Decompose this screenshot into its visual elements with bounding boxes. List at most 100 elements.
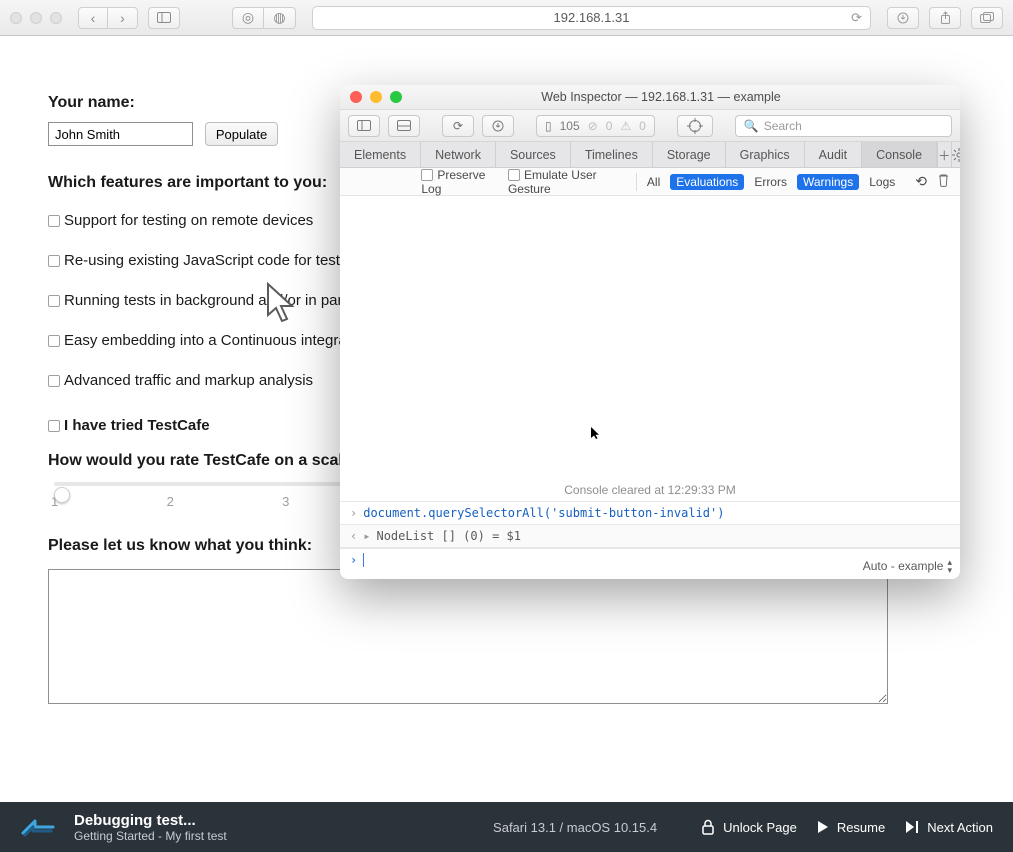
- disclosure-triangle-icon[interactable]: ▸: [363, 529, 370, 543]
- populate-button[interactable]: Populate: [205, 122, 278, 146]
- tab-network[interactable]: Network: [421, 142, 496, 167]
- emulate-gesture-toggle[interactable]: Emulate User Gesture: [508, 168, 626, 196]
- crosshair-icon: [687, 118, 703, 134]
- checkbox-icon[interactable]: [48, 295, 60, 307]
- testcafe-statusbar: Debugging test... Getting Started - My f…: [0, 802, 1013, 852]
- caret-left-icon: ‹: [350, 529, 357, 543]
- inspector-close-icon[interactable]: [350, 91, 362, 103]
- cursor-icon: [590, 426, 600, 440]
- tab-elements[interactable]: Elements: [340, 142, 421, 167]
- sidebar-toggle-button[interactable]: [148, 7, 180, 29]
- downloads-button[interactable]: [887, 7, 919, 29]
- inspector-title: Web Inspector — 192.168.1.31 — example: [412, 90, 960, 104]
- environment-text: Safari 13.1 / macOS 10.15.4: [493, 820, 657, 835]
- comment-textarea[interactable]: [48, 569, 888, 704]
- reload-button[interactable]: ⟳: [442, 115, 474, 137]
- checkbox-icon[interactable]: [48, 375, 60, 387]
- new-tab-button[interactable]: ＋: [937, 142, 951, 167]
- checkbox-icon[interactable]: [48, 420, 60, 432]
- separator: [636, 173, 637, 191]
- console-expression: document.querySelectorAll('submit-button…: [363, 506, 724, 520]
- inspector-toolbar: ⟳ ▯105 ⊘0 ⚠0 🔍 Search: [340, 110, 960, 142]
- inspector-zoom-icon[interactable]: [390, 91, 402, 103]
- back-button[interactable]: ‹: [78, 7, 108, 29]
- tabs-button[interactable]: [971, 7, 1003, 29]
- console-output[interactable]: Console cleared at 12:29:33 PM: [340, 196, 960, 501]
- chevron-up-down-icon: ▴▾: [947, 558, 952, 574]
- search-icon: 🔍: [744, 119, 759, 133]
- inspector-traffic-lights: [350, 91, 402, 103]
- inspector-titlebar[interactable]: Web Inspector — 192.168.1.31 — example: [340, 85, 960, 110]
- name-input[interactable]: [48, 122, 193, 146]
- play-icon: [817, 820, 829, 834]
- trash-icon: [937, 173, 950, 187]
- status-subtitle: Getting Started - My first test: [74, 829, 227, 843]
- inspector-minimize-icon[interactable]: [370, 91, 382, 103]
- address-text: 192.168.1.31: [554, 10, 630, 25]
- caret-right-icon: ›: [350, 506, 357, 520]
- window-minimize-icon[interactable]: [30, 12, 42, 24]
- prompt-caret-icon: ›: [350, 553, 357, 567]
- tab-sources[interactable]: Sources: [496, 142, 571, 167]
- inspector-settings-button[interactable]: [951, 142, 960, 167]
- tab-storage[interactable]: Storage: [653, 142, 726, 167]
- resume-button[interactable]: Resume: [817, 820, 885, 835]
- skip-icon: [905, 820, 919, 834]
- safari-toolbar: ‹ › ◎ ◍ 192.168.1.31 ⟳: [0, 0, 1013, 36]
- preserve-log-toggle[interactable]: Preserve Log: [421, 168, 498, 196]
- download-icon: [897, 12, 909, 24]
- checkbox-icon[interactable]: [508, 169, 520, 181]
- share-button[interactable]: [929, 7, 961, 29]
- slider-thumb[interactable]: [54, 487, 70, 503]
- status-title: Debugging test...: [74, 812, 227, 829]
- tab-graphics[interactable]: Graphics: [726, 142, 805, 167]
- filter-errors[interactable]: Errors: [754, 175, 787, 189]
- checkbox-icon[interactable]: [48, 335, 60, 347]
- window-traffic-lights: [10, 12, 62, 24]
- download-button[interactable]: [482, 115, 514, 137]
- testcafe-logo-icon: [20, 813, 58, 841]
- filter-logs[interactable]: Logs: [869, 175, 895, 189]
- filter-evaluations[interactable]: Evaluations: [670, 174, 744, 190]
- dock-bottom-button[interactable]: [388, 115, 420, 137]
- gear-icon: [952, 148, 960, 162]
- clear-console-button[interactable]: [937, 173, 950, 190]
- window-close-icon[interactable]: [10, 12, 22, 24]
- unlock-page-button[interactable]: Unlock Page: [701, 819, 797, 835]
- text-cursor: [363, 553, 364, 567]
- inspector-search-input[interactable]: 🔍 Search: [735, 115, 952, 137]
- share-icon: [940, 11, 951, 24]
- sidebar-icon: [157, 12, 171, 23]
- tab-audit[interactable]: Audit: [805, 142, 863, 167]
- lock-icon: [701, 819, 715, 835]
- next-action-button[interactable]: Next Action: [905, 820, 993, 835]
- console-input-row: › document.querySelectorAll('submit-butt…: [340, 501, 960, 524]
- privacy-report-button[interactable]: ◎: [232, 7, 264, 29]
- checkbox-icon[interactable]: [48, 255, 60, 267]
- console-output-row: ‹ ▸ NodeList [] (0) = $1: [340, 524, 960, 547]
- dock-side-icon: [357, 120, 371, 131]
- checkbox-icon[interactable]: [48, 215, 60, 227]
- dock-bottom-icon: [397, 120, 411, 131]
- filter-all[interactable]: All: [647, 175, 660, 189]
- window-zoom-icon[interactable]: [50, 12, 62, 24]
- execution-context-selector[interactable]: Auto - example ▴▾: [863, 558, 952, 574]
- privacy-buttons: ◎ ◍: [232, 7, 296, 29]
- checkbox-icon[interactable]: [421, 169, 433, 181]
- tracker-button[interactable]: ◍: [264, 7, 296, 29]
- console-filter-bar: Preserve Log Emulate User Gesture All Ev…: [340, 168, 960, 196]
- tab-console[interactable]: Console: [862, 142, 937, 167]
- inspector-tab-bar: Elements Network Sources Timelines Stora…: [340, 142, 960, 168]
- gc-button[interactable]: ⟲: [915, 173, 927, 190]
- address-bar[interactable]: 192.168.1.31 ⟳: [312, 6, 871, 30]
- resource-counters[interactable]: ▯105 ⊘0 ⚠0: [536, 115, 655, 137]
- tab-timelines[interactable]: Timelines: [571, 142, 653, 167]
- reload-icon[interactable]: ⟳: [851, 10, 862, 26]
- filter-warnings[interactable]: Warnings: [797, 174, 859, 190]
- forward-button[interactable]: ›: [108, 7, 138, 29]
- console-result: NodeList [] (0) = $1: [376, 529, 521, 543]
- document-icon: ▯: [545, 119, 552, 133]
- dock-side-button[interactable]: [348, 115, 380, 137]
- element-picker-button[interactable]: [677, 115, 713, 137]
- web-inspector-window: Web Inspector — 192.168.1.31 — example ⟳…: [340, 85, 960, 579]
